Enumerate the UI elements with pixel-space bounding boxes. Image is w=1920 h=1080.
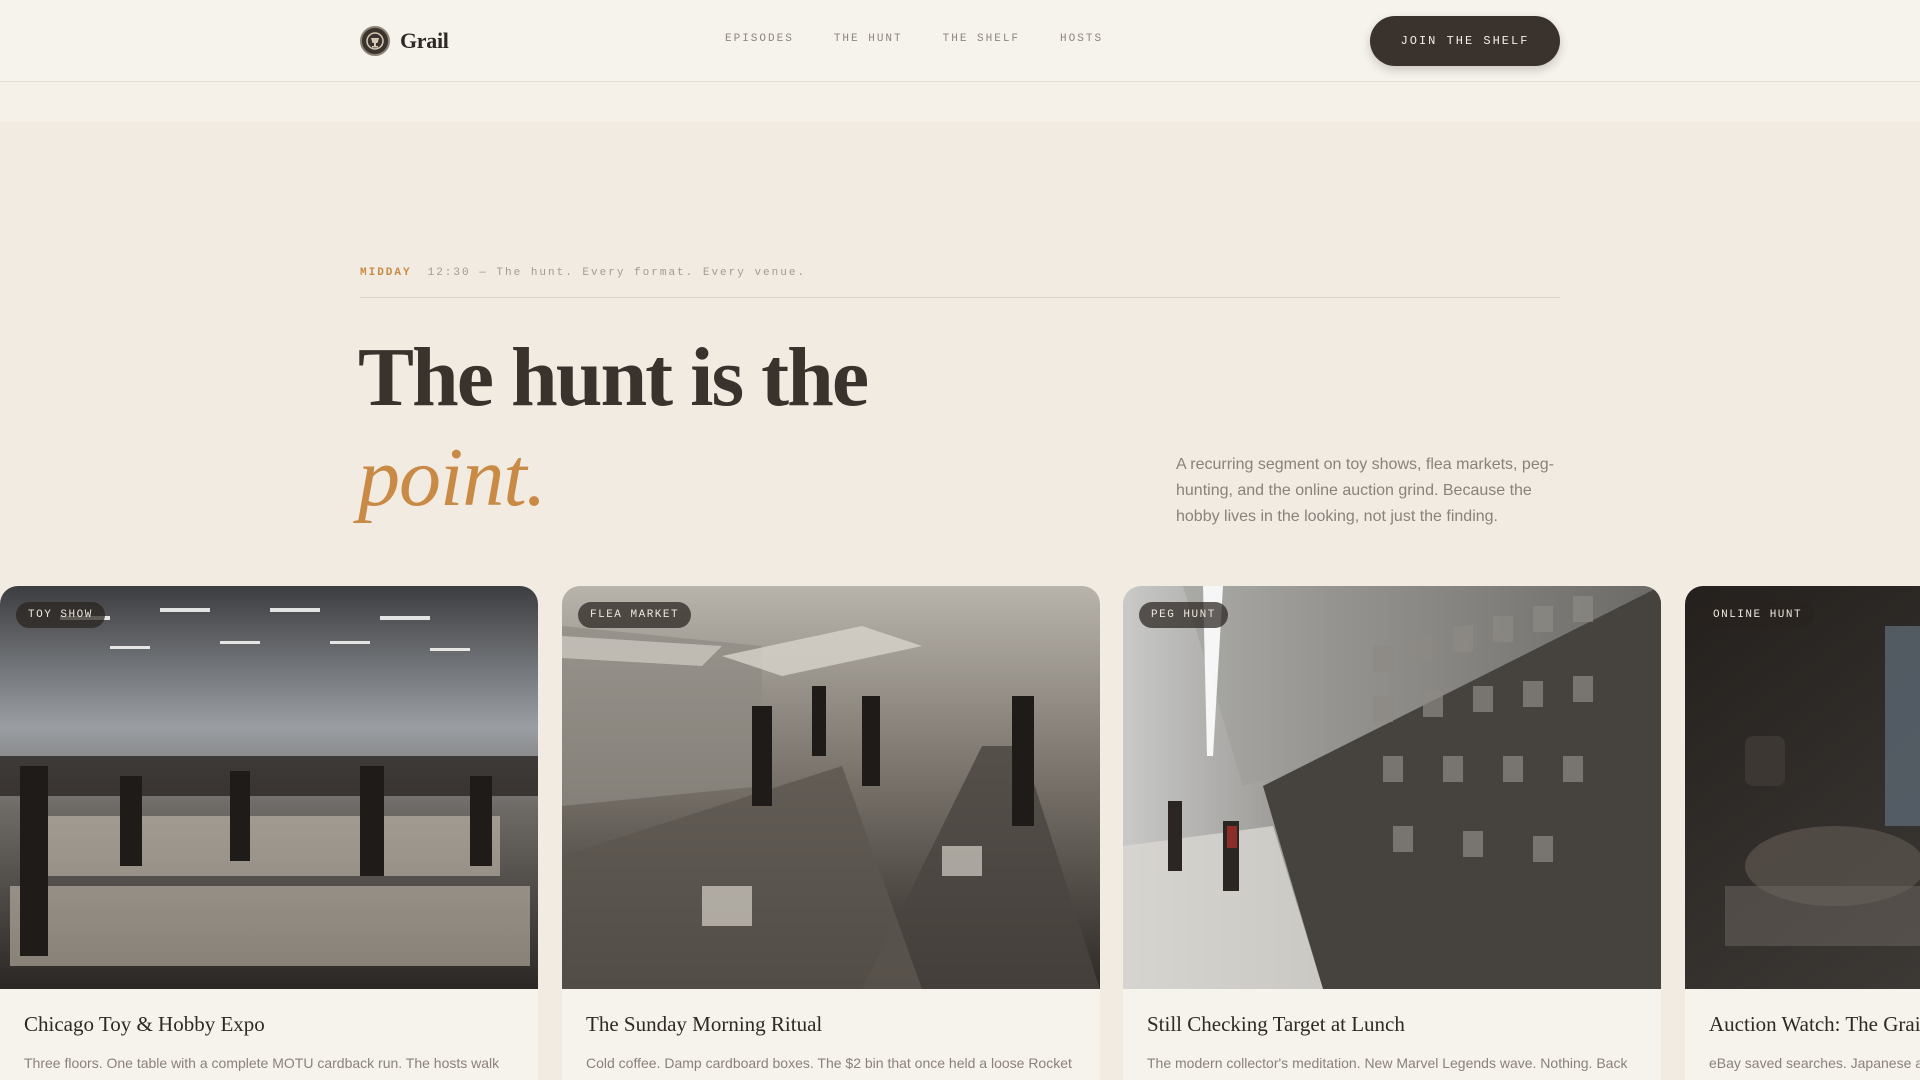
nav-episodes[interactable]: EPISODES [725, 33, 794, 45]
card-flea-market[interactable]: FLEA MARKET The Sunday Morning Ritual Co… [562, 586, 1100, 1080]
main-nav: EPISODES THE HUNT THE SHELF HOSTS [725, 33, 1103, 45]
card-image: TOY SHOW [0, 586, 538, 989]
nav-hosts[interactable]: HOSTS [1060, 33, 1103, 45]
headline-line2: point. [358, 431, 547, 524]
headline-line1: The hunt is the [358, 331, 869, 424]
card-title[interactable]: Still Checking Target at Lunch [1147, 1012, 1405, 1037]
nav-the-shelf[interactable]: THE SHELF [943, 33, 1020, 45]
grail-logo-icon [360, 26, 390, 56]
brand-logo[interactable]: Grail [360, 26, 449, 56]
card-image: PEG HUNT [1123, 586, 1661, 989]
brand-name: Grail [400, 28, 449, 53]
section-eyebrow: MIDDAY 12:30 — The hunt. Every format. E… [360, 267, 806, 279]
card-title[interactable]: The Sunday Morning Ritual [586, 1012, 822, 1037]
divider [360, 297, 1560, 298]
card-online-hunt[interactable]: ONLINE HUNT Auction Watch: The Grail eBa… [1685, 586, 1920, 1080]
card-toy-show[interactable]: TOY SHOW Chicago Toy & Hobby Expo Three … [0, 586, 538, 1080]
join-the-shelf-button[interactable]: JOIN THE SHELF [1370, 16, 1560, 66]
card-tag: PEG HUNT [1139, 602, 1228, 628]
nav-the-hunt[interactable]: THE HUNT [834, 33, 903, 45]
header-subband [0, 82, 1920, 122]
card-image: FLEA MARKET [562, 586, 1100, 989]
card-title[interactable]: Auction Watch: The Grail [1709, 1012, 1920, 1037]
card-description: Three floors. One table with a complete … [24, 1055, 500, 1071]
card-tag: ONLINE HUNT [1701, 602, 1815, 628]
card-image: ONLINE HUNT [1685, 586, 1920, 989]
card-peg-hunt[interactable]: PEG HUNT Still Checking Target at Lunch … [1123, 586, 1661, 1080]
eyebrow-tag: MIDDAY [360, 267, 412, 279]
card-tag: FLEA MARKET [578, 602, 692, 628]
card-description: Cold coffee. Damp cardboard boxes. The $… [586, 1055, 1072, 1071]
card-carousel[interactable]: TOY SHOW Chicago Toy & Hobby Expo Three … [0, 586, 1920, 1080]
eyebrow-text: 12:30 — The hunt. Every format. Every ve… [427, 267, 807, 279]
card-title[interactable]: Chicago Toy & Hobby Expo [24, 1012, 265, 1037]
hero-lede: A recurring segment on toy shows, flea m… [1176, 456, 1554, 525]
card-tag: TOY SHOW [16, 602, 105, 628]
card-description: eBay saved searches. Japanese a [1709, 1055, 1920, 1071]
site-header: Grail EPISODES THE HUNT THE SHELF HOSTS … [0, 0, 1920, 82]
card-description: The modern collector's meditation. New M… [1147, 1055, 1628, 1071]
